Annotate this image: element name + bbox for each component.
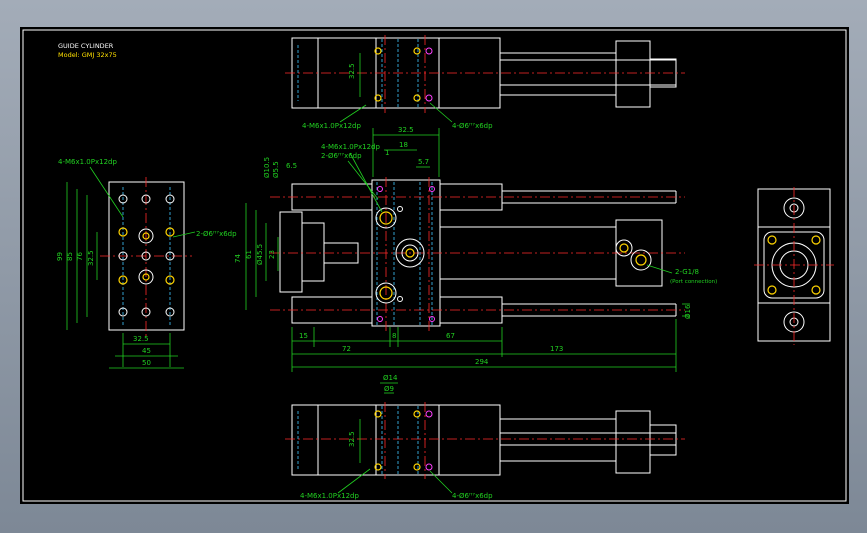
svg-text:2-G1/8: 2-G1/8 [675, 268, 699, 276]
svg-text:5.7: 5.7 [418, 158, 429, 166]
left-view: 99 85 76 32.5 32.5 45 50 4-M6x1.0Px12dp … [56, 158, 237, 369]
svg-text:15: 15 [299, 332, 308, 340]
svg-text:Ø10.5: Ø10.5 [263, 157, 271, 178]
top-view: 32.5 4-M6x1.0Px12dp 4-Ø6ᴴ⁷x6dp [285, 35, 685, 130]
svg-text:8: 8 [392, 332, 396, 340]
svg-text:32.5: 32.5 [398, 126, 414, 134]
svg-text:50: 50 [142, 359, 151, 367]
svg-text:4-Ø6ᴴ⁷x6dp: 4-Ø6ᴴ⁷x6dp [452, 492, 493, 500]
svg-text:18: 18 [399, 141, 408, 149]
svg-text:4-M6x1.0Px12dp: 4-M6x1.0Px12dp [58, 158, 117, 166]
svg-text:6.5: 6.5 [286, 162, 297, 170]
svg-text:173: 173 [550, 345, 563, 353]
svg-text:4-M6x1.0Px12dp: 4-M6x1.0Px12dp [302, 122, 361, 130]
svg-text:99: 99 [56, 252, 64, 261]
svg-text:67: 67 [446, 332, 455, 340]
cad-viewport[interactable]: GUIDE CYLINDER Model: GMJ 32x75 32.5 4-M… [20, 27, 849, 504]
svg-text:45: 45 [142, 347, 151, 355]
svg-text:Ø9: Ø9 [384, 385, 394, 393]
bottom-view: Ø14 Ø9 32.5 4-M6x1.0Px12dp 4-Ø6ᴴ⁷x6dp [285, 374, 685, 500]
drawing-border [22, 29, 847, 502]
svg-text:Ø16: Ø16 [684, 304, 692, 319]
svg-text:23: 23 [268, 250, 276, 259]
svg-text:Ø5.5: Ø5.5 [272, 161, 280, 178]
svg-text:61: 61 [245, 250, 253, 259]
svg-text:Ø45.5: Ø45.5 [256, 244, 264, 265]
svg-text:2-Ø6ᴴ⁷x6dp: 2-Ø6ᴴ⁷x6dp [321, 152, 362, 160]
svg-text:32.5: 32.5 [133, 335, 149, 343]
right-end-view [754, 187, 834, 345]
svg-text:Ø14: Ø14 [383, 374, 398, 382]
svg-text:(Port connection): (Port connection) [670, 279, 717, 285]
side-view: 32.5 18 1 5.7 4-M6x1.0Px12dp 2-Ø6ᴴ⁷x6dp … [234, 126, 717, 372]
svg-text:32.5: 32.5 [87, 250, 95, 266]
svg-text:4-Ø6ᴴ⁷x6dp: 4-Ø6ᴴ⁷x6dp [452, 122, 493, 130]
svg-text:32.5: 32.5 [348, 63, 356, 79]
title-line2: Model: GMJ 32x75 [58, 51, 117, 59]
svg-text:32.5: 32.5 [348, 431, 356, 447]
drawing-canvas: GUIDE CYLINDER Model: GMJ 32x75 32.5 4-M… [22, 29, 847, 502]
svg-text:74: 74 [234, 254, 242, 263]
svg-text:72: 72 [342, 345, 351, 353]
title-line1: GUIDE CYLINDER [58, 42, 114, 50]
svg-text:4-M6x1.0Px12dp: 4-M6x1.0Px12dp [300, 492, 359, 500]
svg-text:1: 1 [385, 149, 389, 157]
svg-text:4-M6x1.0Px12dp: 4-M6x1.0Px12dp [321, 143, 380, 151]
svg-text:76: 76 [76, 252, 84, 261]
title-block: GUIDE CYLINDER Model: GMJ 32x75 [58, 42, 117, 59]
svg-text:294: 294 [475, 358, 489, 366]
svg-text:2-Ø6ᴴ⁷x6dp: 2-Ø6ᴴ⁷x6dp [196, 230, 237, 238]
svg-text:85: 85 [66, 252, 74, 261]
